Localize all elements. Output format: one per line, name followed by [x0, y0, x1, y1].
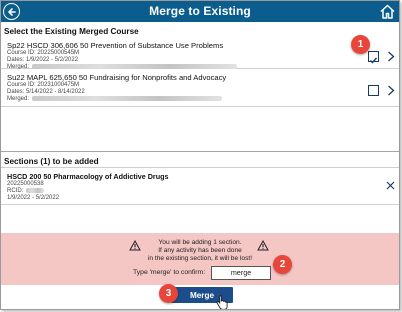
course-merged: Merged:: [7, 96, 223, 103]
course-name: Su22 MAPL 625,650 50 Fundraising for Non…: [7, 73, 227, 82]
callout-badge-1: 1: [351, 35, 370, 54]
course-id: Course ID: 20231000475M: [7, 82, 80, 88]
close-icon[interactable]: [386, 181, 395, 190]
course-dates: Dates: 1/9/2022 - 5/2/2022: [7, 57, 79, 63]
callout-badge-3: 3: [159, 284, 178, 303]
title-bar: Merge to Existing: [1, 1, 399, 22]
course-select-checkbox[interactable]: [368, 51, 379, 64]
section-code: 20225000538: [7, 181, 44, 187]
merged-label: Merged:: [7, 96, 30, 103]
warning-line: in the existing section, it will be lost…: [147, 255, 253, 262]
section-dates: 1/9/2022 - 5/2/2022: [7, 195, 60, 201]
rcid-label: RCID:: [7, 188, 24, 195]
chevron-right-icon[interactable]: [387, 51, 395, 62]
home-icon[interactable]: [379, 3, 396, 20]
sections-to-add-label: Sections (1) to be added: [4, 157, 99, 166]
redacted-rcid-value: [26, 188, 45, 193]
course-name: Sp22 HSCD 306,606 50 Prevention of Subst…: [7, 41, 224, 50]
confirm-panel: You will be adding 1 section. If any act…: [1, 233, 399, 285]
page-title: Merge to Existing: [149, 4, 251, 18]
confirm-label: Type 'merge' to confirm:: [133, 269, 206, 276]
chevron-right-icon[interactable]: [387, 85, 395, 96]
warning-message: You will be adding 1 section. If any act…: [1, 239, 399, 263]
existing-course-row[interactable]: Sp22 HSCD 306,606 50 Prevention of Subst…: [1, 37, 399, 70]
merge-dialog: Merge to Existing Select the Existing Me…: [0, 0, 400, 310]
warning-line: If any activity has been done: [158, 247, 242, 254]
existing-course-row[interactable]: Su22 MAPL 625,650 50 Fundraising for Non…: [1, 69, 399, 107]
redacted-merged-value: [32, 96, 223, 101]
section-row: HSCD 200 50 Pharmacology of Addictive Dr…: [1, 167, 399, 205]
course-id: Course ID: 20225000545M: [7, 50, 80, 56]
hand-cursor-icon: [216, 295, 228, 309]
confirm-input[interactable]: merge: [211, 266, 271, 280]
section-name: HSCD 200 50 Pharmacology of Addictive Dr…: [7, 172, 169, 181]
callout-badge-2: 2: [273, 255, 292, 274]
course-select-checkbox[interactable]: [368, 85, 379, 96]
existing-course-label: Select the Existing Merged Course: [4, 27, 139, 36]
warning-line: You will be adding 1 section.: [158, 239, 242, 246]
course-dates: Dates: 5/14/2022 - 8/14/2022: [7, 89, 85, 95]
section-divider: [1, 151, 399, 152]
